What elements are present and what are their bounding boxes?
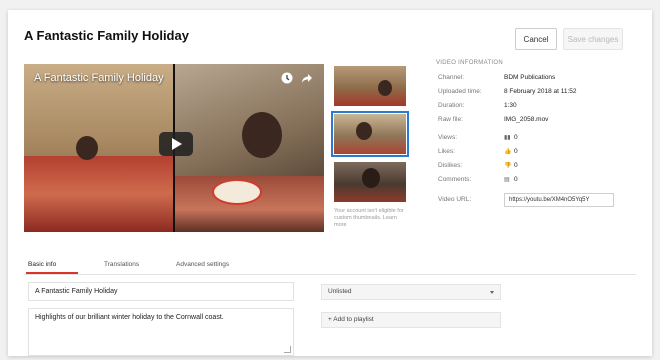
info-value: 8 February 2018 at 11:52 — [504, 88, 577, 95]
add-to-playlist-button[interactable]: + Add to playlist — [321, 312, 501, 328]
info-value: IMG_2058.mov — [504, 116, 549, 123]
dislikes-count: 0 — [514, 162, 518, 169]
birthday-cake — [212, 179, 262, 205]
thumbnail-figure — [356, 122, 372, 140]
video-information-heading: VIDEO INFORMATION — [436, 60, 503, 66]
info-row-raw-file: Raw file: IMG_2058.mov — [438, 115, 638, 125]
description-text: Highlights of our brilliant winter holid… — [35, 314, 224, 321]
save-changes-button[interactable]: Save changes — [563, 28, 623, 50]
active-tab-indicator — [26, 272, 78, 274]
info-label: Uploaded time: — [438, 88, 482, 95]
tabs-divider — [24, 274, 636, 275]
child-figure-right — [242, 112, 282, 158]
info-value: 👍 0 — [504, 147, 518, 157]
info-label: Video URL: — [438, 196, 472, 203]
info-label: Duration: — [438, 102, 465, 109]
info-value: ▤ 0 — [504, 175, 518, 185]
tab-translations[interactable]: Translations — [104, 256, 139, 274]
privacy-value: Unlisted — [328, 288, 352, 295]
info-label: Dislikes: — [438, 162, 463, 169]
views-icon: ▮▮ — [504, 135, 511, 141]
likes-count: 0 — [514, 148, 518, 155]
video-edit-card: A Fantastic Family Holiday Cancel Save c… — [8, 10, 652, 356]
video-player[interactable]: A Fantastic Family Holiday — [24, 64, 324, 232]
info-row-views: Views: ▮▮ 0 — [438, 133, 638, 143]
info-row-duration: Duration: 1:30 — [438, 101, 638, 111]
title-input[interactable]: A Fantastic Family Holiday — [28, 282, 294, 301]
cancel-button[interactable]: Cancel — [515, 28, 557, 50]
views-count: 0 — [514, 134, 518, 141]
video-url-field[interactable]: https://youtu.be/XM4nO5Yq5Y — [504, 193, 614, 207]
share-icon[interactable] — [300, 72, 314, 86]
info-row-comments: Comments: ▤ 0 — [438, 175, 638, 185]
info-label: Comments: — [438, 176, 472, 183]
comments-count: 0 — [514, 176, 518, 183]
play-icon[interactable] — [159, 132, 193, 156]
video-overlay-title: A Fantastic Family Holiday — [34, 72, 164, 84]
info-value: ▮▮ 0 — [504, 133, 518, 143]
page-title: A Fantastic Family Holiday — [24, 28, 189, 43]
clock-icon[interactable] — [280, 72, 294, 86]
comment-icon: ▤ — [504, 177, 510, 183]
info-label: Raw file: — [438, 116, 463, 123]
chevron-down-icon — [490, 291, 494, 294]
info-value[interactable]: BDM Publications — [504, 73, 555, 83]
info-label: Likes: — [438, 148, 455, 155]
thumbs-up-icon: 👍 — [504, 149, 512, 155]
thumbnail-option-1[interactable] — [334, 66, 406, 106]
child-figure-left — [76, 136, 98, 160]
thumbnail-figure — [362, 168, 380, 188]
thumbnail-option-3[interactable] — [334, 162, 406, 202]
tab-advanced-settings[interactable]: Advanced settings — [176, 256, 229, 274]
info-row-uploaded: Uploaded time: 8 February 2018 at 11:52 — [438, 87, 638, 97]
info-label: Channel: — [438, 74, 465, 81]
description-textarea[interactable]: Highlights of our brilliant winter holid… — [28, 308, 294, 356]
info-value: 1:30 — [504, 102, 517, 109]
thumbnail-figure — [378, 80, 392, 96]
info-row-likes: Likes: 👍 0 — [438, 147, 638, 157]
thumbnail-option-2[interactable] — [331, 111, 409, 157]
privacy-select[interactable]: Unlisted — [321, 284, 501, 300]
resize-handle-icon[interactable] — [284, 346, 291, 353]
video-table-left — [24, 156, 174, 232]
thumbnail-eligibility-note: Your account isn't eligible for custom t… — [334, 208, 404, 228]
thumbs-down-icon: 👎 — [504, 163, 512, 169]
info-label: Views: — [438, 134, 458, 141]
info-value: 👎 0 — [504, 161, 518, 171]
info-row-channel: Channel: BDM Publications — [438, 73, 638, 83]
info-row-dislikes: Dislikes: 👎 0 — [438, 161, 638, 171]
